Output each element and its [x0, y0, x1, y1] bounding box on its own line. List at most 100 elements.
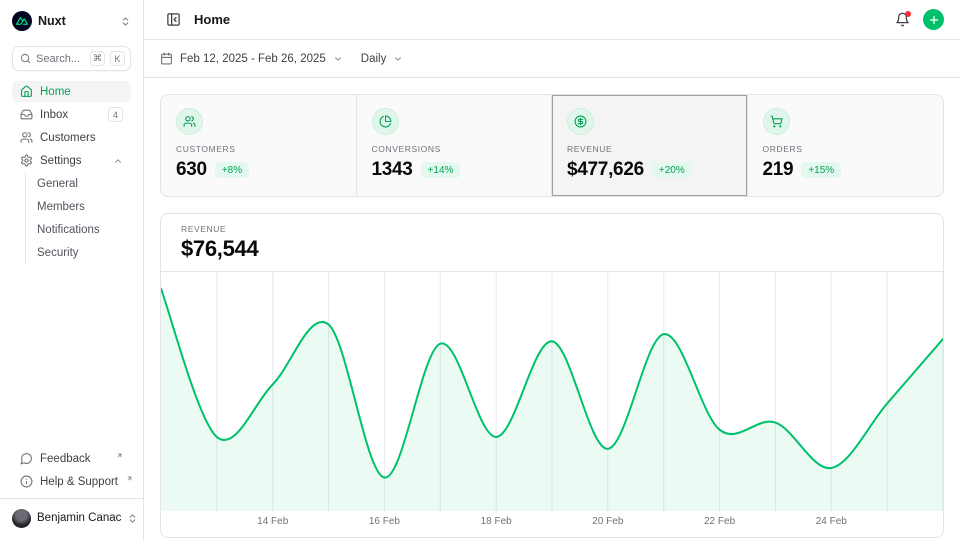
calendar-icon — [160, 52, 173, 65]
kbd-meta: ⌘ — [90, 51, 105, 66]
sidebar-item-members[interactable]: Members — [26, 196, 131, 217]
inbox-count-badge: 4 — [108, 107, 123, 122]
sidebar-item-label: Home — [40, 86, 123, 98]
stat-delta-badge: +20% — [652, 162, 692, 178]
stat-card-customers[interactable]: CUSTOMERS 630 +8% — [161, 95, 357, 196]
inbox-icon — [20, 108, 33, 121]
date-range-label: Feb 12, 2025 - Feb 26, 2025 — [180, 53, 326, 65]
page-title: Home — [194, 12, 230, 27]
x-axis-ticks: 14 Feb 16 Feb 18 Feb 20 Feb 22 Feb 24 Feb — [161, 511, 943, 537]
stat-label: REVENUE — [567, 144, 732, 154]
dashboard-content: CUSTOMERS 630 +8% CONVERSIONS 1343 +14% — [144, 78, 960, 540]
x-axis-tick: 16 Feb — [369, 516, 400, 527]
chart-label: REVENUE — [181, 224, 923, 234]
users-icon — [20, 131, 33, 144]
stat-card-conversions[interactable]: CONVERSIONS 1343 +14% — [357, 95, 553, 196]
sidebar-item-label: Members — [37, 201, 123, 213]
user-menu[interactable]: Benjamin Canac — [12, 506, 131, 530]
stat-label: CUSTOMERS — [176, 144, 341, 154]
stats-row: CUSTOMERS 630 +8% CONVERSIONS 1343 +14% — [160, 94, 944, 197]
revenue-chart-card: REVENUE $76,544 14 Feb 16 Feb 18 Feb 20 Feb… — [160, 213, 944, 538]
chevrons-up-down-icon — [127, 513, 138, 524]
chart-header: REVENUE $76,544 — [161, 214, 943, 272]
stat-delta-badge: +8% — [215, 162, 249, 178]
search-placeholder: Search... — [36, 53, 85, 65]
user-section: Benjamin Canac — [0, 498, 143, 532]
sidebar-item-label: Security — [37, 247, 123, 259]
users-icon — [176, 108, 203, 135]
feedback-label: Feedback — [40, 453, 108, 465]
revenue-chart-svg — [161, 272, 943, 511]
cart-icon — [763, 108, 790, 135]
search-icon — [20, 53, 31, 64]
settings-submenu: General Members Notifications Security — [25, 173, 131, 265]
sidebar-item-customers[interactable]: Customers — [12, 127, 131, 148]
chart-value: $76,544 — [181, 236, 923, 262]
message-circle-icon — [20, 452, 33, 465]
sidebar-item-label: Inbox — [40, 109, 101, 121]
feedback-link[interactable]: Feedback — [12, 448, 131, 469]
house-icon — [20, 85, 33, 98]
sidebar-item-general[interactable]: General — [26, 173, 131, 194]
stat-label: CONVERSIONS — [372, 144, 537, 154]
x-axis-tick: 14 Feb — [257, 516, 288, 527]
external-link-icon — [126, 475, 133, 482]
x-axis-tick: 24 Feb — [816, 516, 847, 527]
dollar-icon — [567, 108, 594, 135]
user-name: Benjamin Canac — [37, 512, 121, 524]
help-support-link[interactable]: Help & Support — [12, 471, 131, 492]
stat-value: 219 — [763, 159, 794, 181]
sidebar-item-label: Notifications — [37, 224, 123, 236]
x-axis-tick: 20 Feb — [592, 516, 623, 527]
sidebar-spacer — [12, 265, 131, 448]
sidebar-footer: Feedback Help & Support Benjamin Canac — [12, 448, 131, 532]
info-icon — [20, 475, 33, 488]
granularity-label: Daily — [361, 53, 387, 65]
sidebar-item-home[interactable]: Home — [12, 81, 131, 102]
chevrons-up-down-icon — [120, 16, 131, 27]
filters-toolbar: Feb 12, 2025 - Feb 26, 2025 Daily — [144, 40, 960, 78]
sidebar-nav: Home Inbox 4 Customers Settings — [12, 81, 131, 265]
x-axis-tick: 18 Feb — [481, 516, 512, 527]
granularity-select[interactable]: Daily — [361, 53, 404, 65]
sidebar-item-label: Customers — [40, 132, 123, 144]
x-axis-tick: 22 Feb — [704, 516, 735, 527]
gear-icon — [20, 154, 33, 167]
stat-delta-badge: +14% — [421, 162, 461, 178]
sidebar-collapse-button[interactable] — [160, 7, 186, 33]
stat-delta-badge: +15% — [801, 162, 841, 178]
sidebar-item-security[interactable]: Security — [26, 242, 131, 263]
main-area: Home Feb 12, 2025 - Feb 26, 2025 — [144, 0, 960, 540]
notification-dot — [905, 11, 911, 17]
plus-icon — [928, 14, 940, 26]
chevron-up-icon — [113, 156, 123, 166]
notifications-button[interactable] — [889, 7, 915, 33]
add-button[interactable] — [923, 9, 944, 30]
pie-chart-icon — [372, 108, 399, 135]
date-range-picker[interactable]: Feb 12, 2025 - Feb 26, 2025 — [160, 52, 343, 65]
workspace-name: Nuxt — [38, 14, 114, 28]
sidebar-item-settings[interactable]: Settings — [12, 150, 131, 171]
stat-card-revenue[interactable]: REVENUE $477,626 +20% — [552, 95, 748, 196]
avatar — [12, 509, 31, 528]
page-header: Home — [144, 0, 960, 40]
stat-card-orders[interactable]: ORDERS 219 +15% — [748, 95, 944, 196]
sidebar: Nuxt Search... ⌘ K Home — [0, 0, 144, 540]
sidebar-item-inbox[interactable]: Inbox 4 — [12, 104, 131, 125]
external-link-icon — [116, 452, 123, 459]
nuxt-logo-icon — [12, 11, 32, 31]
help-support-label: Help & Support — [40, 476, 118, 488]
sidebar-item-label: General — [37, 178, 123, 190]
sidebar-item-notifications[interactable]: Notifications — [26, 219, 131, 240]
stat-value: 630 — [176, 159, 207, 181]
stat-label: ORDERS — [763, 144, 929, 154]
stat-value: 1343 — [372, 159, 413, 181]
stat-value: $477,626 — [567, 159, 644, 181]
chevron-down-icon — [393, 54, 403, 64]
kbd-k: K — [110, 51, 125, 66]
search-input[interactable]: Search... ⌘ K — [12, 46, 131, 71]
revenue-chart-plot[interactable] — [161, 272, 943, 511]
sidebar-item-label: Settings — [40, 155, 106, 167]
chevron-down-icon — [333, 54, 343, 64]
workspace-switcher[interactable]: Nuxt — [12, 8, 131, 34]
